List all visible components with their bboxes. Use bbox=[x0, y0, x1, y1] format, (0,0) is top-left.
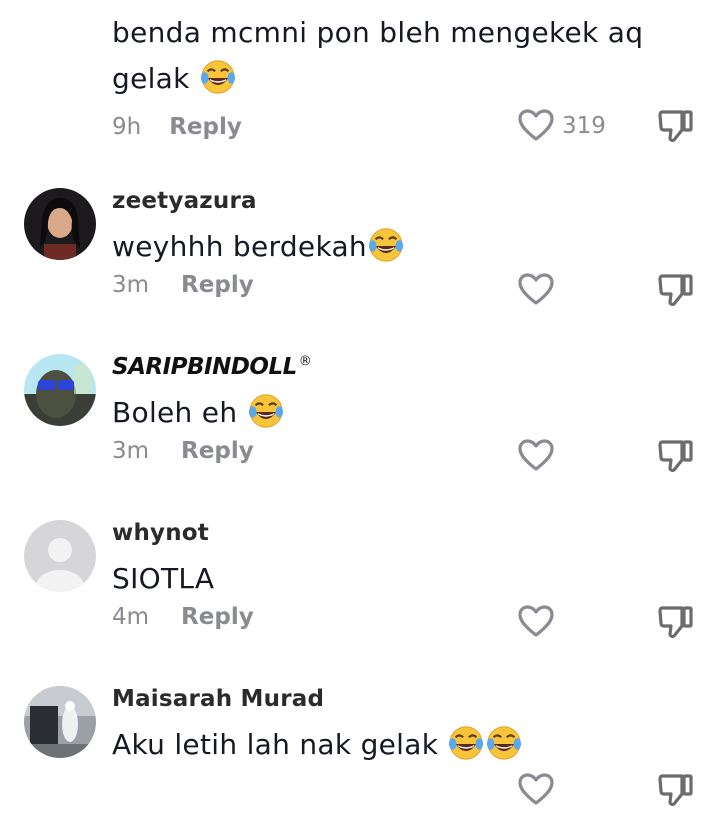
heart-outline-icon bbox=[518, 773, 554, 805]
face-with-tears-of-joy-icon bbox=[487, 726, 522, 760]
registered-mark: ® bbox=[298, 354, 312, 369]
thumbs-down-icon bbox=[658, 774, 693, 806]
username[interactable]: zeetyazura bbox=[112, 188, 257, 214]
comment-item: benda mcmni pon bleh mengekek aq gelak 9… bbox=[0, 0, 707, 142]
like-button[interactable] bbox=[516, 436, 556, 476]
face-with-tears-of-joy-icon bbox=[449, 726, 484, 760]
comment-item: whynot SIOTLA 4m Reply bbox=[0, 498, 707, 664]
comment-text: weyhhh berdekah bbox=[112, 224, 652, 270]
username[interactable]: Maisarah Murad bbox=[112, 686, 324, 712]
avatar[interactable] bbox=[24, 520, 96, 592]
like-count: 319 bbox=[562, 113, 606, 139]
avatar[interactable] bbox=[24, 686, 96, 758]
comment-text: Aku letih lah nak gelak bbox=[112, 722, 652, 768]
heart-outline-icon bbox=[518, 109, 554, 141]
comment-meta: 4m Reply bbox=[112, 604, 254, 630]
face-with-tears-of-joy-icon bbox=[200, 60, 235, 94]
face-with-tears-of-joy-icon bbox=[248, 394, 283, 428]
dislike-button[interactable] bbox=[656, 770, 696, 814]
like-button[interactable] bbox=[516, 270, 556, 310]
comment-time: 3m bbox=[112, 272, 150, 298]
heart-outline-icon bbox=[518, 439, 554, 471]
comment-item: Maisarah Murad Aku letih lah nak gelak bbox=[0, 664, 707, 830]
thumbs-down-icon bbox=[658, 274, 693, 306]
comment-text: benda mcmni pon bleh mengekek aq gelak bbox=[112, 16, 644, 95]
like-button[interactable] bbox=[516, 602, 556, 642]
avatar[interactable] bbox=[24, 354, 96, 426]
like-button[interactable] bbox=[516, 770, 556, 810]
comment-time: 9h bbox=[112, 114, 142, 140]
username[interactable]: whynot bbox=[112, 520, 209, 546]
dislike-button[interactable] bbox=[656, 602, 696, 646]
thumbs-down-icon bbox=[658, 110, 693, 142]
comment-meta: 9h Reply bbox=[112, 114, 242, 140]
comment-item: SARIPBINDOLL ® Boleh eh 3m Reply bbox=[0, 332, 707, 498]
thumbs-down-icon bbox=[658, 606, 693, 638]
dislike-button[interactable] bbox=[656, 106, 696, 150]
like-button[interactable]: 319 bbox=[516, 106, 606, 146]
comment-text: Boleh eh bbox=[112, 390, 652, 436]
dislike-button[interactable] bbox=[656, 436, 696, 480]
reply-button[interactable]: Reply bbox=[181, 438, 254, 464]
comment-time: 3m bbox=[112, 438, 150, 464]
reply-button[interactable]: Reply bbox=[181, 604, 254, 630]
comment-meta: 3m Reply bbox=[112, 272, 254, 298]
reply-button[interactable]: Reply bbox=[169, 114, 242, 140]
face-with-tears-of-joy-icon bbox=[368, 228, 404, 262]
reply-button[interactable]: Reply bbox=[181, 272, 254, 298]
comment-meta: 3m Reply bbox=[112, 438, 254, 464]
heart-outline-icon bbox=[518, 605, 554, 637]
comment-text: SIOTLA bbox=[112, 562, 215, 595]
heart-outline-icon bbox=[518, 273, 554, 305]
avatar[interactable] bbox=[24, 188, 96, 260]
comment-time: 4m bbox=[112, 604, 150, 630]
comment-item: zeetyazura weyhhh berdekah 3m Reply bbox=[0, 166, 707, 332]
username[interactable]: SARIPBINDOLL ® bbox=[112, 354, 312, 380]
thumbs-down-icon bbox=[658, 440, 693, 472]
dislike-button[interactable] bbox=[656, 270, 696, 314]
